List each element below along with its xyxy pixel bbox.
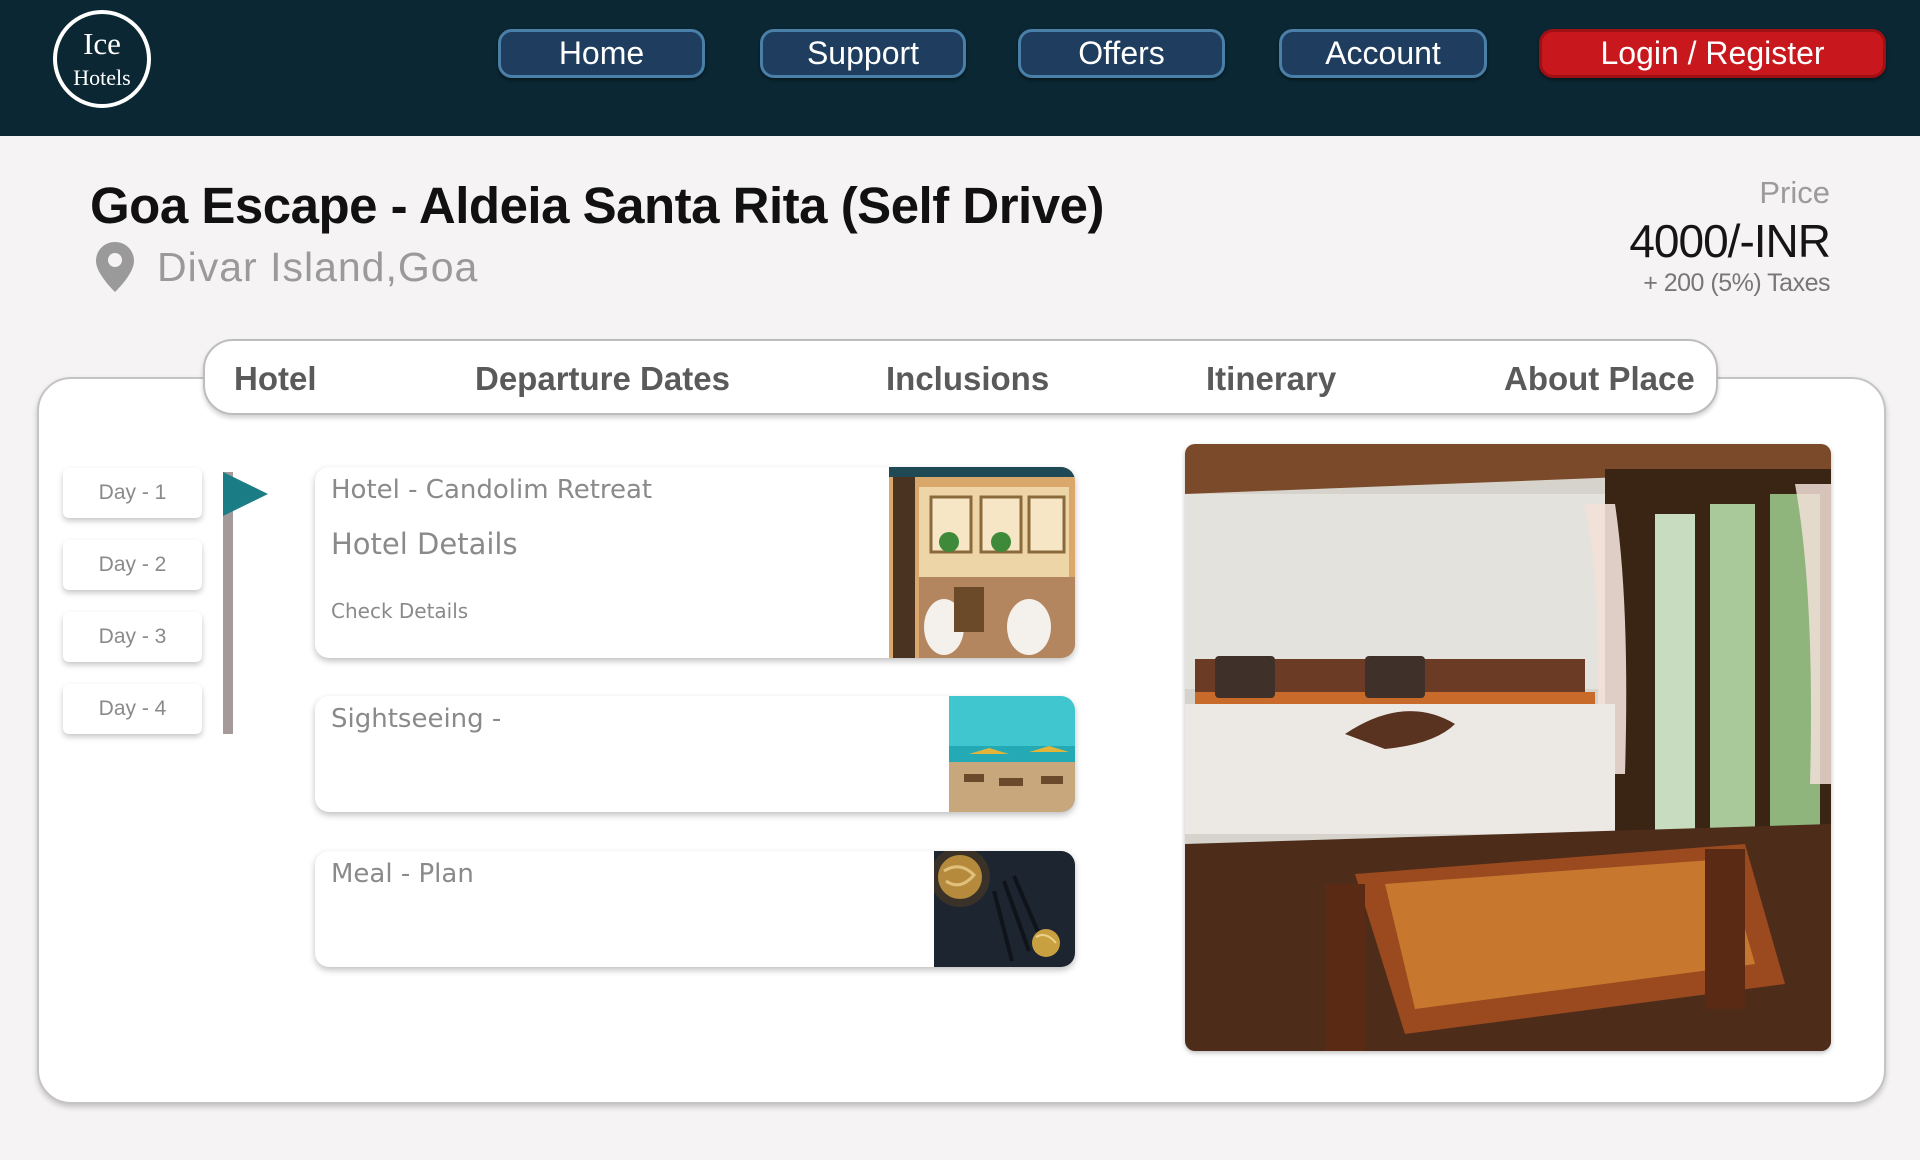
nav-home-button[interactable]: Home (498, 29, 705, 78)
nav-support-button[interactable]: Support (760, 29, 966, 78)
hotel-name: Hotel - Candolim Retreat (331, 475, 653, 505)
sightseeing-itinerary-card[interactable]: Sightseeing - (315, 696, 1075, 812)
tab-departure-dates[interactable]: Departure Dates (475, 360, 730, 398)
sightseeing-label: Sightseeing - (331, 704, 502, 734)
tab-inclusions[interactable]: Inclusions (886, 360, 1049, 398)
logo-line-2: Hotels (73, 65, 131, 90)
package-location: Divar Island,Goa (157, 244, 479, 290)
meal-plan-label: Meal - Plan (331, 859, 474, 889)
tab-about-place[interactable]: About Place (1504, 360, 1695, 398)
tab-hotel[interactable]: Hotel (234, 360, 317, 398)
hotel-itinerary-card[interactable]: Hotel - Candolim Retreat Hotel Details C… (315, 467, 1075, 658)
tab-itinerary[interactable]: Itinerary (1206, 360, 1336, 398)
price-taxes: + 200 (5%) Taxes (1643, 269, 1830, 297)
day-1-button[interactable]: Day - 1 (63, 468, 202, 518)
hotel-room-photo (1185, 444, 1831, 1051)
price-value: 4000/-INR (1629, 215, 1831, 267)
top-navigation-bar: Ice Hotels Home Support Offers Account L… (0, 0, 1920, 136)
day-4-button[interactable]: Day - 4 (63, 684, 202, 734)
login-register-button[interactable]: Login / Register (1539, 29, 1886, 78)
meal-thumbnail-image (934, 851, 1075, 967)
selected-day-flag-icon (223, 472, 268, 516)
day-2-button[interactable]: Day - 2 (63, 540, 202, 590)
package-title: Goa Escape - Aldeia Santa Rita (Self Dri… (90, 177, 1104, 234)
location-pin-icon (96, 242, 134, 292)
price-label: Price (1759, 175, 1830, 210)
meal-plan-itinerary-card[interactable]: Meal - Plan (315, 851, 1075, 967)
logo-line-1: Ice (83, 26, 121, 61)
hotel-details-heading: Hotel Details (331, 527, 518, 561)
nav-offers-button[interactable]: Offers (1018, 29, 1225, 78)
check-details-link[interactable]: Check Details (331, 599, 468, 623)
ice-hotels-logo[interactable]: Ice Hotels (53, 10, 151, 108)
hotel-thumbnail-image (889, 467, 1075, 658)
beach-thumbnail-image (949, 696, 1075, 812)
details-tab-bar: Hotel Departure Dates Inclusions Itinera… (203, 339, 1718, 415)
nav-account-button[interactable]: Account (1279, 29, 1487, 78)
day-3-button[interactable]: Day - 3 (63, 612, 202, 662)
